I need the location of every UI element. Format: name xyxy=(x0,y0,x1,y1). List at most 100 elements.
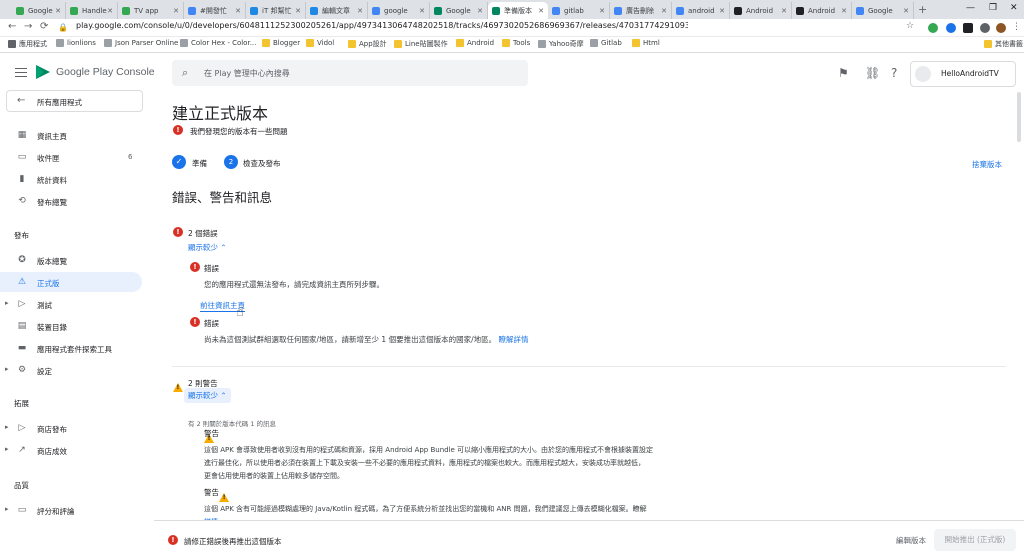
tab-close-icon[interactable]: ✕ xyxy=(55,7,61,15)
scrollbar-thumb[interactable] xyxy=(1017,92,1021,142)
tab-close-icon[interactable]: ✕ xyxy=(477,7,483,15)
back-icon[interactable]: ← xyxy=(8,21,16,32)
address-bar[interactable]: play.google.com/console/u/0/developers/6… xyxy=(76,21,688,30)
expand-caret-icon[interactable]: ▸ xyxy=(5,423,9,431)
expand-caret-icon[interactable]: ▸ xyxy=(5,445,9,453)
sidebar-item[interactable]: ▸ ▷ 測試 xyxy=(0,294,142,314)
bookmark-item[interactable]: Gitlab xyxy=(590,39,622,47)
sidebar-item[interactable]: ▸ ▷ 商店發布 xyxy=(0,418,142,438)
bookmark-item[interactable]: Color Hex - Color... xyxy=(180,39,256,47)
learn-more-link[interactable]: 瞭解詳情 xyxy=(498,335,528,344)
browser-tab[interactable]: #開發忙 ✕ xyxy=(184,2,246,19)
bookmark-item[interactable]: 應用程式 xyxy=(8,39,47,49)
extension-icon[interactable] xyxy=(928,23,938,33)
expand-caret-icon[interactable]: ▸ xyxy=(5,365,9,373)
sidebar-item[interactable]: ✪ 版本總覽 xyxy=(0,250,142,270)
extension-icon[interactable] xyxy=(963,23,973,33)
bookmark-star-icon[interactable]: ☆ xyxy=(906,21,914,31)
browser-tab[interactable]: 編輯文章 ✕ xyxy=(306,2,368,19)
tab-close-icon[interactable]: ✕ xyxy=(903,7,909,15)
sidebar-item[interactable]: ⟲ 發布總覽 xyxy=(0,191,142,211)
divider xyxy=(172,366,1006,367)
feedback-icon[interactable]: ⚑ xyxy=(838,66,849,80)
bookmark-item[interactable]: Blogger xyxy=(262,39,300,47)
tab-close-icon[interactable]: ✕ xyxy=(295,7,301,15)
errors-toggle[interactable]: 顯示較少 ⌃ xyxy=(188,242,227,253)
tab-close-icon[interactable]: ✕ xyxy=(235,7,241,15)
tab-label: TV app xyxy=(134,6,159,15)
sidebar-item[interactable]: ⚠ 正式版 xyxy=(0,272,142,292)
help-icon[interactable]: ? xyxy=(891,66,897,80)
search-input[interactable]: 在 Play 管理中心內搜尋 xyxy=(204,68,290,79)
bookmark-item[interactable]: Line貼圖製作 xyxy=(394,39,448,49)
account-name: HelloAndroidTV xyxy=(941,69,999,78)
forward-icon[interactable]: → xyxy=(24,21,32,32)
reload-icon[interactable]: ⟳ xyxy=(40,21,48,32)
browser-tab[interactable]: gitlab ✕ xyxy=(548,2,610,19)
bookmark-item[interactable]: Yahoo奇摩 xyxy=(538,39,584,49)
tab-close-icon[interactable]: ✕ xyxy=(781,7,787,15)
bookmark-item[interactable]: Tools xyxy=(502,39,530,47)
tab-label: iT 邦幫忙 xyxy=(262,6,292,15)
browser-tab[interactable]: Android ✕ xyxy=(730,2,792,19)
step-prepare[interactable]: 準備 xyxy=(192,158,207,169)
expand-caret-icon[interactable]: ▸ xyxy=(5,299,9,307)
browser-tab[interactable]: Google ✕ xyxy=(852,2,914,19)
lock-icon[interactable]: 🔒 xyxy=(58,23,68,32)
sidebar-item[interactable]: ▭ 收件匣 6 xyxy=(0,147,142,167)
tab-close-icon[interactable]: ✕ xyxy=(841,7,847,15)
bookmark-item[interactable]: lionlions xyxy=(56,39,96,47)
sidebar-item[interactable]: ▮ 統計資料 xyxy=(0,169,142,189)
browser-tab[interactable]: 準備版本 ✕ xyxy=(488,2,548,19)
tab-close-icon[interactable]: ✕ xyxy=(419,7,425,15)
all-apps-button[interactable]: ← 所有應用程式 xyxy=(6,90,143,112)
tab-close-icon[interactable]: ✕ xyxy=(357,7,363,15)
browser-tab[interactable]: 廣告刪除 ✕ xyxy=(610,2,672,19)
restore-icon[interactable]: ❐ xyxy=(989,3,997,13)
start-rollout-button[interactable]: 開始推出 (正式版) xyxy=(934,529,1016,551)
tab-close-icon[interactable]: ✕ xyxy=(719,7,725,15)
error-body: 您的應用程式還無法發布，請完成資訊主頁所列步驟。 xyxy=(204,280,384,289)
menu-icon[interactable] xyxy=(15,68,27,77)
browser-menu-icon[interactable]: ⋮ xyxy=(1012,22,1021,32)
bookmark-item[interactable]: App設計 xyxy=(348,39,387,49)
sidebar-item[interactable]: ▬ 應用程式套件探索工具 xyxy=(0,338,142,358)
account-switcher[interactable]: HelloAndroidTV xyxy=(910,61,1016,87)
browser-tab[interactable]: google ✕ xyxy=(368,2,430,19)
browser-tab[interactable]: Google ✕ xyxy=(430,2,488,19)
browser-tab[interactable]: TV app ✕ xyxy=(118,2,184,19)
sidebar-item[interactable]: ▸ ↗ 商店成效 xyxy=(0,440,142,460)
warnings-toggle[interactable]: 顯示較少 ⌃ xyxy=(184,388,231,403)
sidebar-item[interactable]: ▤ 裝置目錄 xyxy=(0,316,142,336)
bookmark-item[interactable]: Android xyxy=(456,39,494,47)
link-icon[interactable]: ⛓ xyxy=(865,66,880,80)
bookmark-item[interactable]: Html xyxy=(632,39,660,47)
close-window-icon[interactable]: ✕ xyxy=(1010,3,1018,13)
search-bar[interactable]: ⌕ 在 Play 管理中心內搜尋 xyxy=(172,60,528,86)
browser-tab[interactable]: Android ✕ xyxy=(792,2,852,19)
extension-icon[interactable] xyxy=(946,23,956,33)
new-tab-button[interactable]: + xyxy=(918,3,927,16)
sidebar-item[interactable]: ▸ ▭ 評分和評論 xyxy=(0,500,142,520)
scrollbar[interactable] xyxy=(1014,90,1024,520)
tab-close-icon[interactable]: ✕ xyxy=(661,7,667,15)
browser-tab[interactable]: Handle ✕ xyxy=(66,2,118,19)
bookmark-item[interactable]: Vidol xyxy=(306,39,334,47)
profile-avatar-icon[interactable] xyxy=(996,23,1006,33)
tab-close-icon[interactable]: ✕ xyxy=(599,7,605,15)
discard-release-link[interactable]: 捨棄版本 xyxy=(972,159,1002,170)
tab-close-icon[interactable]: ✕ xyxy=(538,7,544,15)
minimize-icon[interactable]: — xyxy=(966,3,975,13)
edit-release-button[interactable]: 編輯版本 xyxy=(896,535,926,546)
browser-tab[interactable]: android ✕ xyxy=(672,2,730,19)
bookmark-item[interactable]: Json Parser Online xyxy=(104,39,178,47)
tab-close-icon[interactable]: ✕ xyxy=(107,7,113,15)
extension-icon[interactable] xyxy=(980,23,990,33)
sidebar-item[interactable]: ▦ 資訊主頁 xyxy=(0,125,142,145)
expand-caret-icon[interactable]: ▸ xyxy=(5,505,9,513)
other-bookmarks[interactable]: 其他書籤 xyxy=(984,39,1023,49)
browser-tab[interactable]: Google ✕ xyxy=(12,2,66,19)
tab-close-icon[interactable]: ✕ xyxy=(173,7,179,15)
sidebar-item[interactable]: ▸ ⚙ 設定 xyxy=(0,360,142,380)
browser-tab[interactable]: iT 邦幫忙 ✕ xyxy=(246,2,306,19)
